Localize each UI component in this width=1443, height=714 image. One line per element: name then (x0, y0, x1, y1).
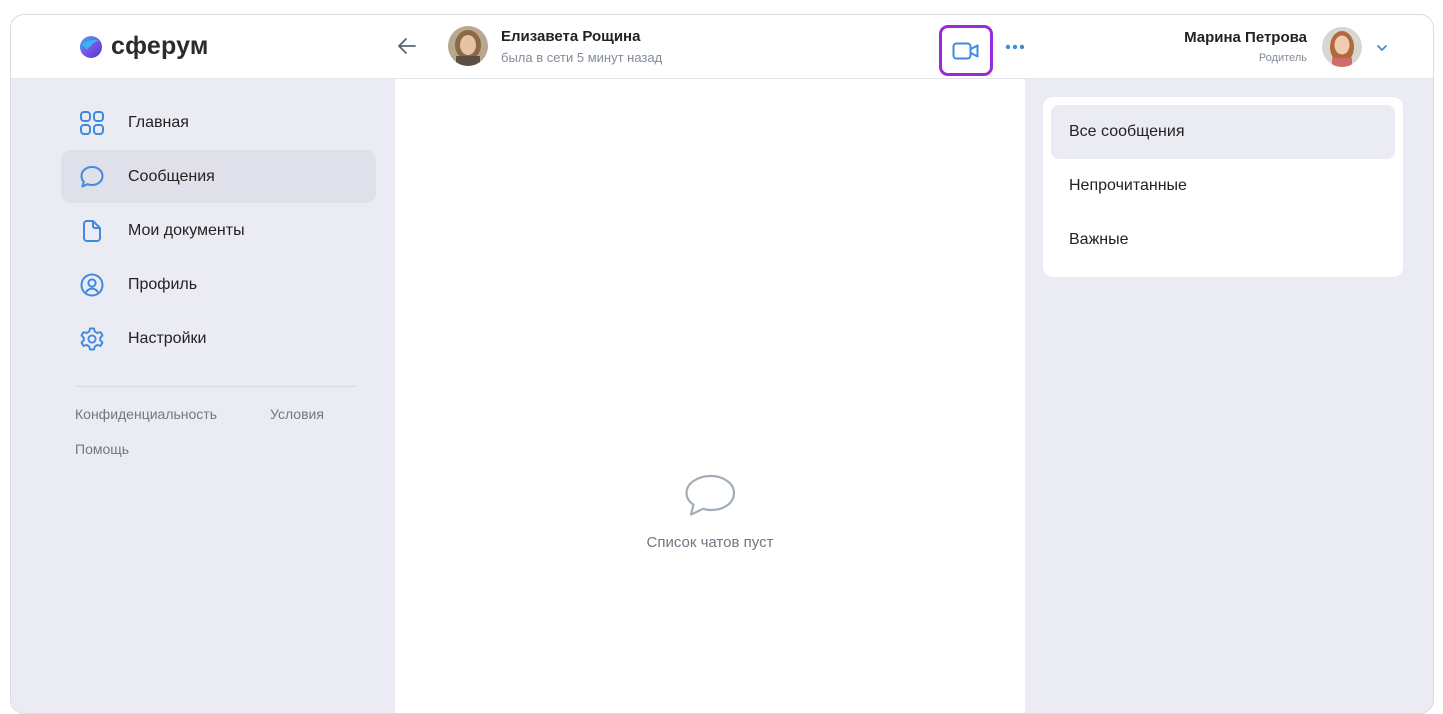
sidebar-divider (75, 386, 357, 387)
empty-chat-bubble-icon (685, 474, 736, 516)
contact-name: Елизавета Рощина (501, 28, 641, 45)
help-link[interactable]: Помощь (75, 441, 129, 457)
current-user-avatar-image (1322, 27, 1362, 67)
grid-icon (80, 110, 104, 135)
empty-state-text: Список чатов пуст (646, 534, 774, 551)
sidebar-item-profile[interactable]: Профиль (61, 258, 376, 311)
chevron-down-icon[interactable] (1375, 41, 1389, 55)
top-header: сферум Елизавета Рощина была в сети 5 ми… (11, 15, 1433, 79)
sidebar-item-label: Главная (128, 113, 189, 131)
filter-important[interactable]: Важные (1051, 213, 1395, 267)
more-options-icon[interactable] (1004, 43, 1026, 51)
document-icon (83, 219, 101, 242)
app-window: сферум Елизавета Рощина была в сети 5 ми… (10, 14, 1434, 714)
filter-unread[interactable]: Непрочитанные (1051, 159, 1395, 213)
sidebar-item-home[interactable]: Главная (61, 96, 376, 149)
user-circle-icon (80, 273, 104, 296)
sferum-logo-icon (80, 35, 102, 58)
contact-avatar[interactable] (448, 26, 488, 66)
back-arrow-icon[interactable] (395, 34, 419, 58)
sidebar-item-documents[interactable]: Мои документы (61, 204, 376, 257)
chat-bubble-icon (80, 165, 104, 187)
current-user-role: Родитель (1258, 52, 1307, 64)
sferum-logo[interactable]: сферум (79, 32, 209, 61)
gear-icon (80, 327, 104, 350)
terms-link[interactable]: Условия (270, 406, 324, 422)
filter-all-messages[interactable]: Все сообщения (1051, 105, 1395, 159)
sidebar-item-messages[interactable]: Сообщения (61, 150, 376, 203)
contact-status: была в сети 5 минут назад (501, 50, 663, 65)
filter-panel: Все сообщения Непрочитанные Важные (1025, 79, 1433, 713)
sidebar-item-label: Мои документы (128, 221, 245, 239)
contact-avatar-image (448, 26, 488, 66)
video-camera-icon (952, 42, 979, 59)
filter-card: Все сообщения Непрочитанные Важные (1043, 97, 1403, 277)
video-call-button[interactable] (939, 25, 993, 76)
chat-list-panel: Список чатов пуст (395, 79, 1025, 713)
privacy-link[interactable]: Конфиденциальность (75, 406, 217, 422)
sidebar-item-label: Профиль (128, 275, 198, 293)
sidebar-item-settings[interactable]: Настройки (61, 312, 376, 365)
current-user-avatar[interactable] (1322, 27, 1362, 67)
sidebar: Главная Сообщения Мои документы Профиль (11, 79, 395, 713)
current-user-name: Марина Петрова (1184, 29, 1307, 46)
sidebar-item-label: Сообщения (128, 167, 215, 185)
logo-text: сферум (111, 32, 209, 60)
sidebar-item-label: Настройки (128, 329, 207, 347)
